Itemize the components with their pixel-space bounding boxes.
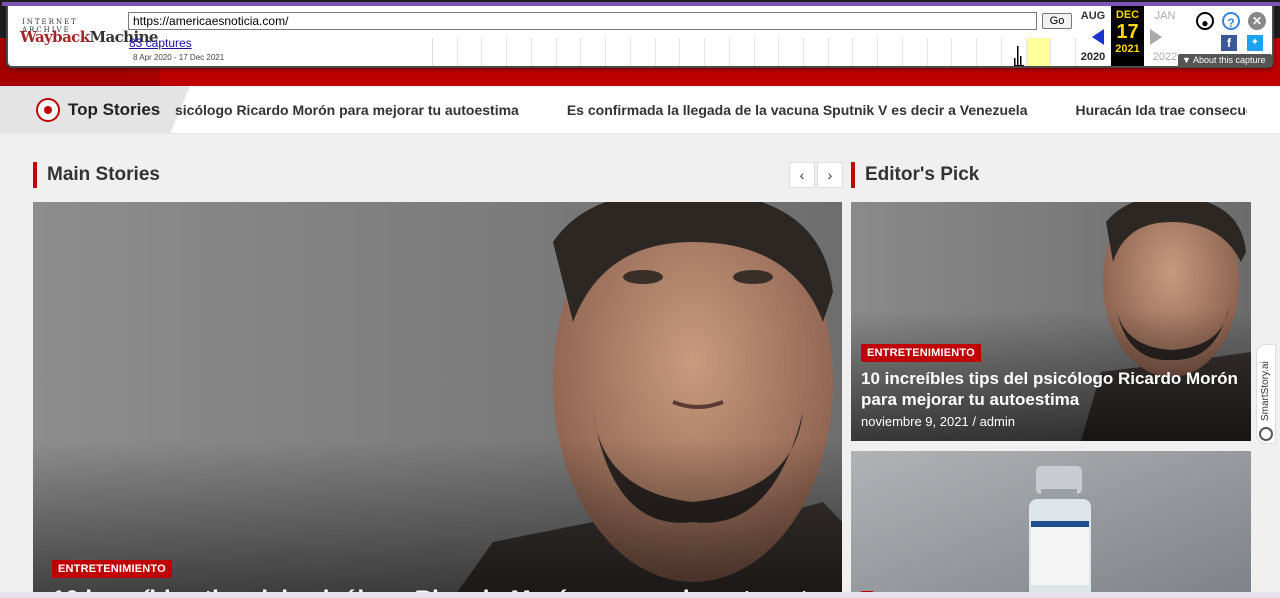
main-feature-card[interactable]: ENTRETENIMIENTO 10 increíbles tips del p… (33, 202, 842, 598)
ticker-label: Top Stories (0, 86, 190, 133)
wayback-current-capture: DEC 17 2021 (1111, 6, 1144, 66)
pick-meta: noviembre 9, 2021 / admin (861, 414, 1015, 429)
help-icon[interactable]: ? (1222, 12, 1240, 30)
editors-pick-card[interactable]: ENTRETENIMIENTO 10 increíbles tips del p… (851, 202, 1251, 441)
editors-pick-heading: Editor's Pick (851, 162, 979, 188)
vaccine-photo (851, 451, 1251, 598)
wayback-current-year: 2021 (1115, 43, 1140, 55)
timeline-cell[interactable] (631, 38, 656, 66)
chevron-left-icon[interactable]: ‹ (789, 162, 815, 188)
timeline-cell[interactable] (903, 38, 928, 66)
smartstory-label: SmartStory.ai (1260, 361, 1271, 421)
timeline-cell[interactable] (829, 38, 854, 66)
capture-sparkline (1014, 46, 1024, 66)
wayback-logo[interactable]: INTERNET ARCHIVE WaybackMachine (18, 14, 158, 58)
wayback-prev-arrow-icon[interactable] (1092, 29, 1104, 45)
timeline-cell[interactable] (730, 38, 755, 66)
timeline-cell[interactable] (507, 38, 532, 66)
record-icon (36, 98, 60, 122)
timeline-cell-current[interactable] (1026, 38, 1052, 66)
wayback-toolbar: INTERNET ARCHIVE WaybackMachine Go 83 ca… (2, 2, 1280, 68)
timeline-cell[interactable] (532, 38, 557, 66)
account-icon[interactable]: ● (1196, 12, 1214, 30)
caret-down-icon: ▼ (1182, 55, 1191, 65)
wayback-next-year: 2022 (1152, 51, 1178, 63)
timeline-cell[interactable] (878, 38, 903, 66)
ticker-item[interactable]: Huracán Ida trae consecuencia (1075, 102, 1247, 118)
timeline-cell[interactable] (779, 38, 805, 66)
timeline-cell[interactable] (656, 38, 681, 66)
page: POLÍTICA INTERNACIONALES ENTR INTERNET A… (0, 0, 1280, 598)
timeline-cell[interactable] (1051, 38, 1077, 66)
category-badge[interactable]: ENTRETENIMIENTO (861, 344, 981, 362)
wayback-next-arrow-icon (1150, 29, 1162, 45)
about-capture-label: About this capture (1192, 55, 1266, 65)
pick-date[interactable]: noviembre 9, 2021 (861, 414, 969, 429)
wayback-prev-year[interactable]: 2020 (1076, 51, 1110, 63)
play-circle-icon (1259, 427, 1273, 441)
wayback-url-input[interactable] (128, 12, 1037, 30)
ticker-item[interactable]: Es confirmada la llegada de la vacuna Sp… (567, 102, 1028, 118)
ticker-item[interactable]: sicólogo Ricardo Morón para mejorar tu a… (175, 102, 519, 118)
about-capture-button[interactable]: ▼ About this capture (1178, 54, 1272, 67)
twitter-icon[interactable]: ✦ (1247, 35, 1263, 51)
pick-separator: / (972, 414, 976, 429)
slider-controls: ‹ › (787, 162, 843, 188)
chevron-right-icon[interactable]: › (817, 162, 843, 188)
category-badge[interactable]: ENTRETENIMIENTO (52, 560, 172, 578)
wayback-top-border (2, 2, 1280, 6)
wayback-date-range: 8 Apr 2020 - 17 Dec 2021 (133, 53, 225, 62)
timeline-cell[interactable] (952, 38, 978, 66)
timeline-cell[interactable] (977, 38, 1002, 66)
wayback-prev-month[interactable]: AUG (1076, 10, 1110, 22)
timeline-cell[interactable] (433, 38, 458, 66)
timeline-cell[interactable] (804, 38, 829, 66)
facebook-icon[interactable]: f (1221, 35, 1237, 51)
wayback-current-month: DEC (1115, 9, 1140, 21)
timeline-cell[interactable] (581, 38, 607, 66)
timeline-cell[interactable] (482, 38, 508, 66)
wayback-timeline[interactable] (432, 38, 1077, 66)
wayback-next-month: JAN (1154, 10, 1176, 22)
wayback-current-day: 17 (1116, 21, 1139, 43)
main-stories-heading: Main Stories (33, 162, 160, 188)
window-bottom-edge (0, 592, 1280, 598)
timeline-cell[interactable] (606, 38, 631, 66)
top-stories-ticker: Top Stories sicólogo Ricardo Morón para … (0, 86, 1280, 134)
ticker-track: sicólogo Ricardo Morón para mejorar tu a… (175, 86, 1247, 133)
wayback-captures-link[interactable]: 83 captures (129, 36, 192, 50)
smartstory-tab[interactable]: SmartStory.ai (1256, 344, 1276, 444)
pick-author[interactable]: admin (980, 414, 1015, 429)
ticker-label-text: Top Stories (68, 100, 161, 119)
wayback-go-button[interactable]: Go (1042, 13, 1072, 29)
pick-headline[interactable]: 10 increíbles tips del psicólogo Ricardo… (861, 368, 1246, 410)
close-icon[interactable]: ✕ (1248, 12, 1266, 30)
timeline-cell[interactable] (755, 38, 780, 66)
timeline-cell[interactable] (557, 38, 582, 66)
timeline-cell[interactable] (680, 38, 706, 66)
timeline-cell[interactable] (928, 38, 953, 66)
timeline-cell[interactable] (705, 38, 730, 66)
editors-pick-card[interactable] (851, 451, 1251, 598)
feature-photo (33, 202, 842, 598)
timeline-cell[interactable] (853, 38, 879, 66)
timeline-cell[interactable] (458, 38, 483, 66)
